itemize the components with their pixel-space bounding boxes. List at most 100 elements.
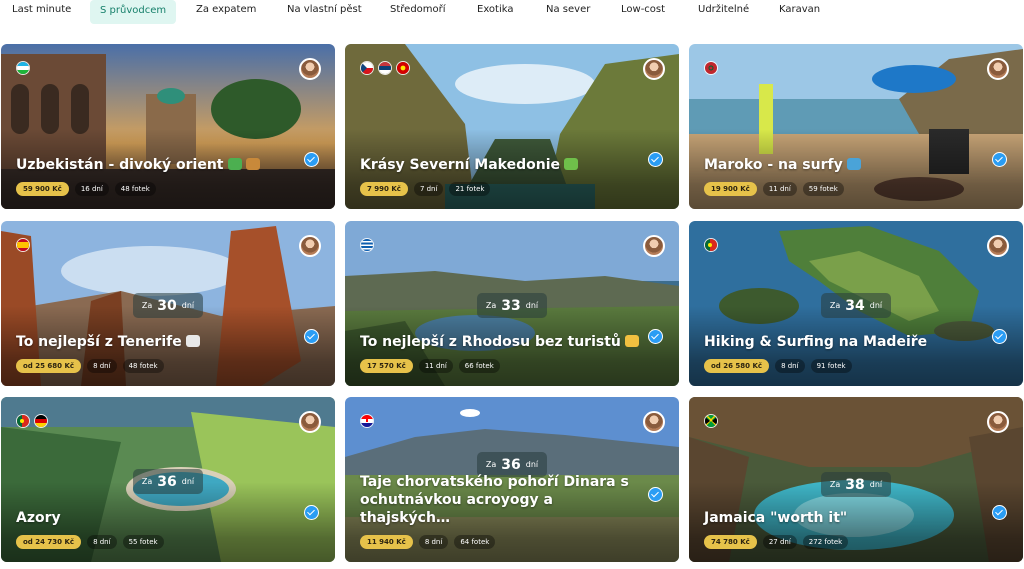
house-emoji-icon xyxy=(227,158,242,170)
trip-card-uzbekistan[interactable]: Uzbekistán - divoký orient 59 900 Kč 16 … xyxy=(1,44,335,209)
guide-avatar[interactable] xyxy=(299,235,321,257)
verified-check-icon xyxy=(992,505,1007,520)
wave-emoji-icon xyxy=(846,158,861,170)
tab-s-pruvodcem[interactable]: S průvodcem xyxy=(90,0,177,24)
photos-chip: 48 fotek xyxy=(114,182,156,196)
departure-countdown: Za 33 dní xyxy=(477,293,547,318)
guide-avatar[interactable] xyxy=(987,235,1009,257)
guide-avatar[interactable] xyxy=(299,58,321,80)
price-badge: 19 900 Kč xyxy=(704,182,757,196)
trip-meta: 17 570 Kč 11 dní 66 fotek xyxy=(360,359,500,373)
tab-last-minute[interactable]: Last minute xyxy=(12,0,71,24)
tab-karavan[interactable]: Karavan xyxy=(779,0,820,24)
trip-meta: od 25 680 Kč 8 dní 48 fotek xyxy=(16,359,164,373)
tab-na-sever[interactable]: Na sever xyxy=(546,0,590,24)
tab-na-vlastni-pest[interactable]: Na vlastní pěst xyxy=(287,0,362,24)
trip-card-tenerife[interactable]: Za 30 dní To nejlepší z Tenerife od 25 6… xyxy=(1,221,335,386)
days-chip: 8 dní xyxy=(87,535,117,549)
verified-check-icon xyxy=(992,329,1007,344)
price-badge: 11 940 Kč xyxy=(360,535,413,549)
trip-card-severni-makedonie[interactable]: Krásy Severní Makedonie 7 990 Kč 7 dní 2… xyxy=(345,44,679,209)
trip-card-dinara[interactable]: Za 36 dní Taje chorvatského pohoří Dinar… xyxy=(345,397,679,562)
trip-meta: 7 990 Kč 7 dní 21 fotek xyxy=(360,182,491,196)
days-chip: 11 dní xyxy=(762,182,797,196)
trip-meta: 19 900 Kč 11 dní 59 fotek xyxy=(704,182,844,196)
trip-category-tabs: Last minute S průvodcem Za expatem Na vl… xyxy=(0,0,1024,26)
price-badge: od 24 730 Kč xyxy=(16,535,82,549)
trip-card-jamaica[interactable]: Za 38 dní Jamaica "worth it" 74 780 Kč 2… xyxy=(689,397,1023,562)
price-badge: 59 900 Kč xyxy=(16,182,69,196)
days-chip: 27 dní xyxy=(762,535,797,549)
trip-title: To nejlepší z Tenerife xyxy=(16,333,295,351)
jamaica-flag-icon xyxy=(704,414,718,428)
uzbekistan-flag-icon xyxy=(16,61,30,75)
country-flags xyxy=(704,61,718,75)
trip-card-azory[interactable]: Za 36 dní Azory od 24 730 Kč 8 dní 55 fo… xyxy=(1,397,335,562)
photos-chip: 91 fotek xyxy=(810,359,852,373)
croatia-flag-icon xyxy=(360,414,374,428)
verified-check-icon xyxy=(648,487,663,502)
trip-title: Taje chorvatského pohoří Dinara s ochutn… xyxy=(360,474,629,526)
country-flags xyxy=(360,61,410,75)
guide-avatar[interactable] xyxy=(643,411,665,433)
trip-title: Maroko - na surfy xyxy=(704,156,983,174)
trip-meta: 74 780 Kč 27 dní 272 fotek xyxy=(704,535,849,549)
departure-countdown: Za 38 dní xyxy=(821,472,891,497)
trip-meta: od 26 580 Kč 8 dní 91 fotek xyxy=(704,359,852,373)
tab-udrzitelne[interactable]: Udržitelné xyxy=(698,0,749,24)
price-badge: 74 780 Kč xyxy=(704,535,757,549)
trip-title: Uzbekistán - divoký orient xyxy=(16,156,295,174)
photos-chip: 21 fotek xyxy=(449,182,491,196)
price-badge: 17 570 Kč xyxy=(360,359,413,373)
price-badge: od 26 580 Kč xyxy=(704,359,770,373)
price-badge: 7 990 Kč xyxy=(360,182,408,196)
verified-check-icon xyxy=(648,152,663,167)
trip-card-rhodos[interactable]: Za 33 dní To nejlepší z Rhodosu bez turi… xyxy=(345,221,679,386)
days-chip: 8 dní xyxy=(775,359,805,373)
photos-chip: 59 fotek xyxy=(802,182,844,196)
country-flags xyxy=(16,238,30,252)
spain-flag-icon xyxy=(16,238,30,252)
trip-meta: 59 900 Kč 16 dní 48 fotek xyxy=(16,182,156,196)
days-chip: 7 dní xyxy=(413,182,444,196)
morocco-flag-icon xyxy=(704,61,718,75)
photos-chip: 272 fotek xyxy=(802,535,849,549)
trip-title: To nejlepší z Rhodosu bez turistů xyxy=(360,333,639,351)
trip-card-madeira[interactable]: Za 34 dní Hiking & Surfing na Madeiře od… xyxy=(689,221,1023,386)
verified-check-icon xyxy=(648,329,663,344)
verified-check-icon xyxy=(304,505,319,520)
guide-avatar[interactable] xyxy=(987,58,1009,80)
verified-check-icon xyxy=(304,329,319,344)
guide-avatar[interactable] xyxy=(643,58,665,80)
camel-emoji-icon xyxy=(245,158,260,170)
tab-stredomori[interactable]: Středomoří xyxy=(390,0,446,24)
portugal-flag-icon xyxy=(704,238,718,252)
days-chip: 11 dní xyxy=(418,359,453,373)
tab-za-expatem[interactable]: Za expatem xyxy=(196,0,256,24)
portugal-flag-icon xyxy=(16,414,30,428)
mountain-emoji-icon xyxy=(564,158,578,170)
north-macedonia-flag-icon xyxy=(396,61,410,75)
bath-emoji-icon xyxy=(185,335,200,347)
photos-chip: 55 fotek xyxy=(122,535,164,549)
photos-chip: 66 fotek xyxy=(458,359,500,373)
guide-avatar[interactable] xyxy=(643,235,665,257)
trip-meta: od 24 730 Kč 8 dní 55 fotek xyxy=(16,535,164,549)
czechia-flag-icon xyxy=(360,61,374,75)
days-chip: 8 dní xyxy=(418,535,449,549)
departure-countdown: Za 30 dní xyxy=(133,293,203,318)
price-badge: od 25 680 Kč xyxy=(16,359,82,373)
guide-avatar[interactable] xyxy=(987,411,1009,433)
country-flags xyxy=(704,414,718,428)
trip-card-maroko[interactable]: Maroko - na surfy 19 900 Kč 11 dní 59 fo… xyxy=(689,44,1023,209)
departure-countdown: Za 34 dní xyxy=(821,293,891,318)
verified-check-icon xyxy=(304,152,319,167)
trip-meta: 11 940 Kč 8 dní 64 fotek xyxy=(360,535,496,549)
trip-title: Krásy Severní Makedonie xyxy=(360,156,639,174)
tab-low-cost[interactable]: Low-cost xyxy=(621,0,665,24)
tab-exotika[interactable]: Exotika xyxy=(477,0,514,24)
trip-title: Hiking & Surfing na Madeiře xyxy=(704,334,928,350)
sunbathing-emoji-icon xyxy=(624,335,639,347)
guide-avatar[interactable] xyxy=(299,411,321,433)
photos-chip: 64 fotek xyxy=(454,535,496,549)
